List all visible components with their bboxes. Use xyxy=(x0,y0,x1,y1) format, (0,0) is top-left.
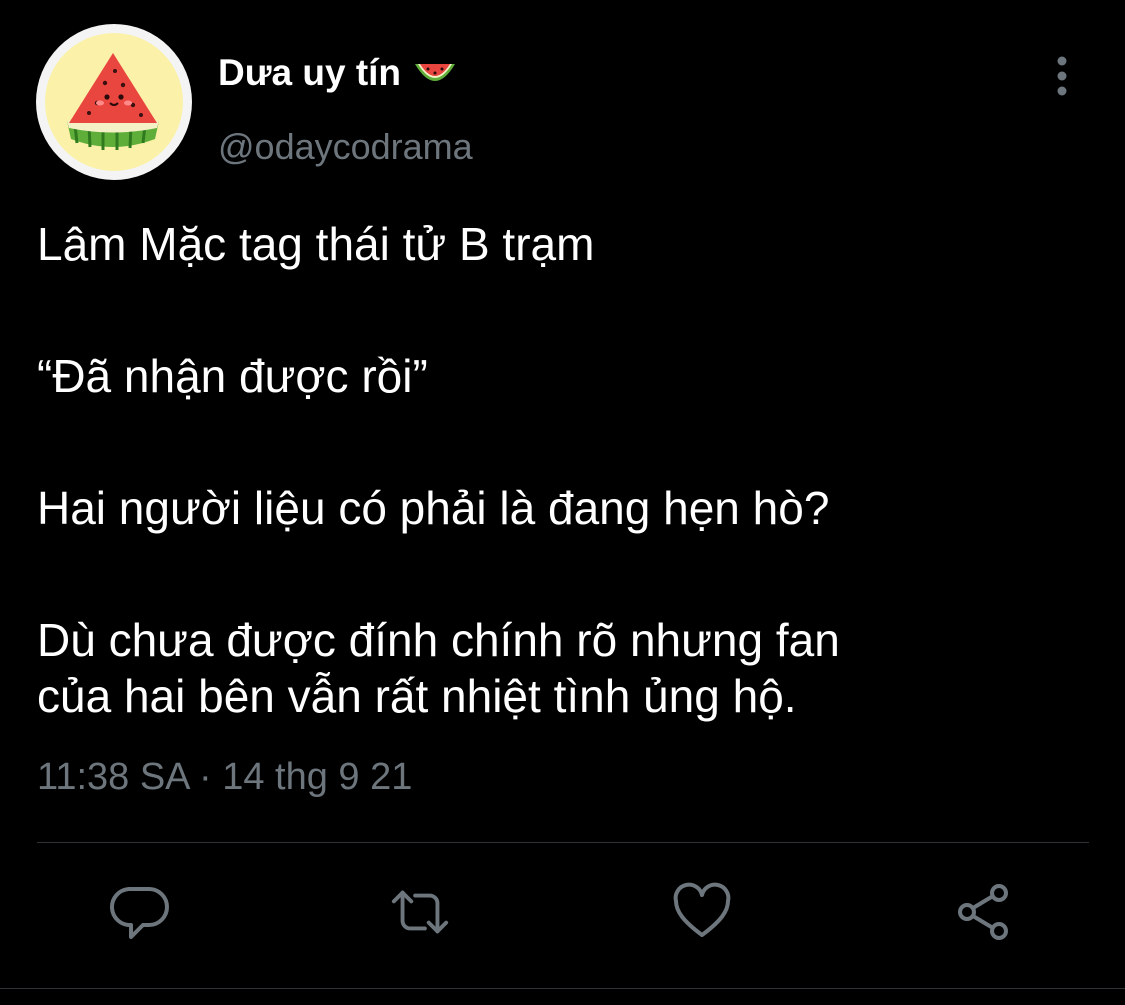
like-icon[interactable] xyxy=(670,880,734,944)
share-icon[interactable] xyxy=(952,880,1016,944)
tweet-line: Lâm Mặc tag thái tử B trạm xyxy=(37,218,595,270)
user-handle[interactable]: @odaycodrama xyxy=(218,126,473,168)
reply-icon[interactable] xyxy=(108,880,172,944)
tweet-line: Hai người liệu có phải là đang hẹn hò? xyxy=(37,482,830,534)
tweet-line: Dù chưa được đính chính rõ nhưng fan xyxy=(37,614,840,666)
display-name[interactable]: Dưa uy tín xyxy=(218,52,457,94)
retweet-icon[interactable] xyxy=(388,880,452,944)
tweet-header: Dưa uy tín @odaycodrama xyxy=(0,0,1125,190)
watermelon-emoji-icon xyxy=(413,57,457,89)
more-vertical-icon[interactable] xyxy=(1046,54,1078,98)
bottom-divider xyxy=(0,988,1125,989)
tweet-text: Lâm Mặc tag thái tử B trạm “Đã nhận được… xyxy=(37,216,1087,724)
tweet-line: “Đã nhận được rồi” xyxy=(37,350,428,402)
tweet-line: của hai bên vẫn rất nhiệt tình ủng hộ. xyxy=(37,670,797,722)
watermelon-avatar-icon xyxy=(45,33,183,171)
action-bar xyxy=(0,880,1125,950)
avatar[interactable] xyxy=(36,24,192,180)
divider xyxy=(37,842,1089,843)
tweet-timestamp[interactable]: 11:38 SA · 14 thg 9 21 xyxy=(37,756,412,799)
display-name-text: Dưa uy tín xyxy=(218,52,402,93)
